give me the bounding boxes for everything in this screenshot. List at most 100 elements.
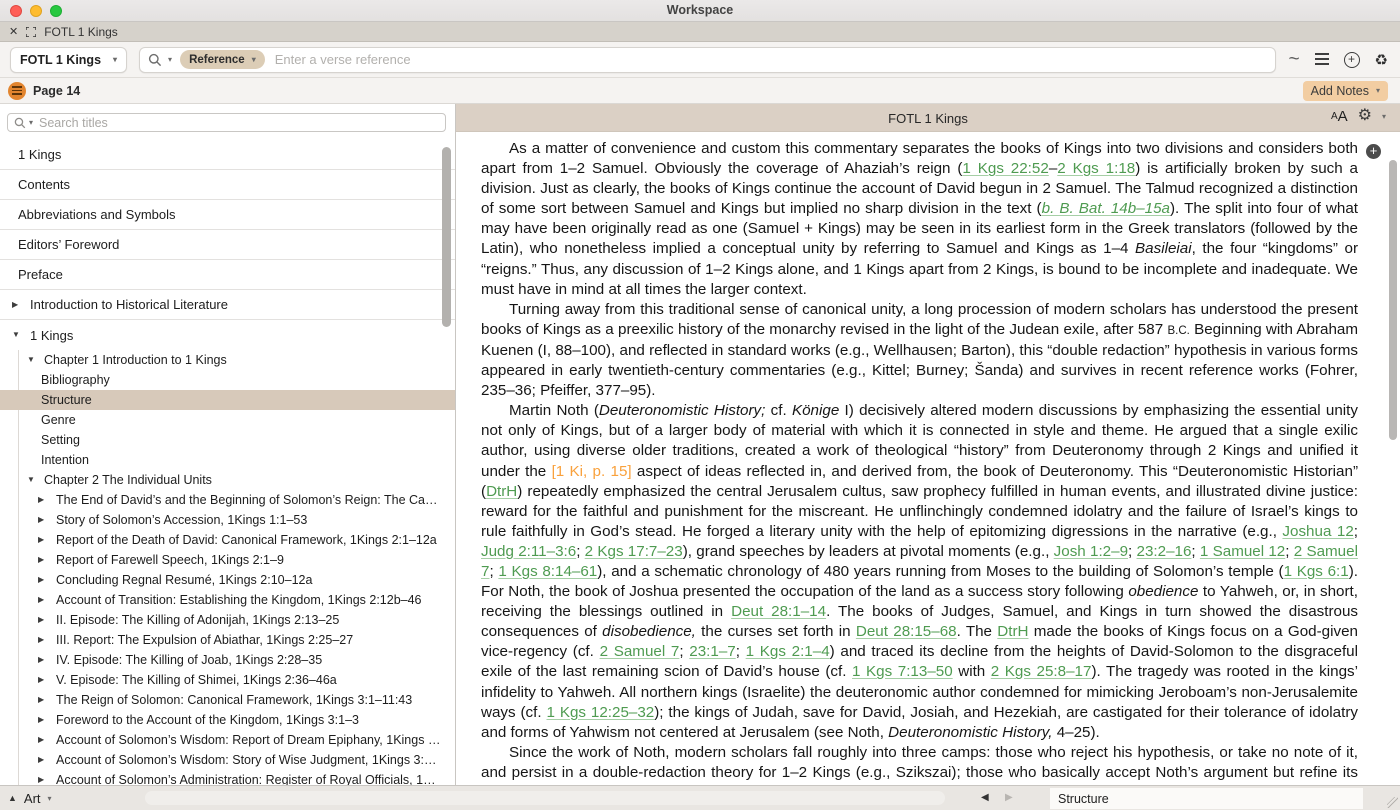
toc-item[interactable]: ▶Report of Farewell Speech, 1Kings 2:1–9 — [0, 550, 455, 570]
toc-item[interactable]: Intention — [0, 450, 455, 470]
gear-icon[interactable]: ⚙ — [1358, 108, 1372, 124]
outline-icon[interactable] — [1315, 53, 1329, 66]
reference-link[interactable]: 1 Kgs 6:1 — [1284, 563, 1349, 580]
toc-search-input[interactable]: ▾ Search titles — [7, 113, 446, 132]
expand-tree-icon[interactable]: ▶ — [38, 696, 48, 704]
collapse-tree-icon[interactable]: ▼ — [27, 476, 37, 484]
nav-forward-icon[interactable]: ▶ — [1005, 792, 1013, 803]
reference-link[interactable]: 1 Kgs 22:52 — [962, 160, 1048, 177]
add-notes-button[interactable]: Add Notes ▾ — [1303, 81, 1388, 101]
reference-link[interactable]: 1 Kgs 2:1–4 — [746, 643, 830, 660]
visual-filter-wave-icon[interactable]: ~ — [1288, 55, 1299, 65]
toc-item[interactable]: ▶The End of David’s and the Beginning of… — [0, 490, 455, 510]
reference-link[interactable]: 2 Kgs 17:7–23 — [585, 543, 683, 560]
search-options-chevron-icon[interactable]: ▾ — [168, 55, 172, 64]
search-type-pill[interactable]: Reference ▾ — [180, 50, 265, 69]
nav-back-icon[interactable]: ◀ — [981, 792, 989, 803]
add-note-fab[interactable]: + — [1366, 144, 1381, 159]
art-menu[interactable]: Art — [24, 791, 41, 806]
expand-tree-icon[interactable]: ▶ — [38, 716, 48, 724]
toc-item[interactable]: ▶Account of Transition: Establishing the… — [0, 590, 455, 610]
reference-link[interactable]: DtrH — [486, 483, 517, 500]
expand-tree-icon[interactable]: ▶ — [38, 516, 48, 524]
toc-item[interactable]: ▶III. Report: The Expulsion of Abiathar,… — [0, 630, 455, 650]
reference-link[interactable]: DtrH — [997, 623, 1028, 640]
reference-link[interactable]: 1 Samuel 12 — [1200, 543, 1285, 560]
reference-link[interactable]: 1 Kgs 7:13–50 — [852, 663, 953, 680]
toc-item[interactable]: ▶V. Episode: The Killing of Shimei, 1Kin… — [0, 670, 455, 690]
toc-item[interactable]: ▶The Reign of Solomon: Canonical Framewo… — [0, 690, 455, 710]
verse-search-field[interactable]: ▾ Reference ▾ Enter a verse reference — [139, 47, 1276, 73]
resource-selector-button[interactable]: FOTL 1 Kings ▾ — [10, 47, 127, 73]
expand-tree-icon[interactable]: ▶ — [38, 676, 48, 684]
toc-item[interactable]: ▶Report of the Death of David: Canonical… — [0, 530, 455, 550]
reference-link[interactable]: Josh 1:2–9 — [1054, 543, 1128, 560]
toc-item[interactable]: ▶II. Episode: The Killing of Adonijah, 1… — [0, 610, 455, 630]
restore-tab-icon[interactable] — [26, 27, 36, 37]
toc-item[interactable]: Editors’ Foreword — [0, 230, 455, 260]
toc-item[interactable]: ▶Account of Solomon’s Wisdom: Report of … — [0, 730, 455, 750]
chevron-down-icon[interactable]: ▾ — [1382, 112, 1386, 121]
expand-tree-icon[interactable]: ▶ — [12, 301, 22, 309]
reference-link[interactable]: 1 Kgs 8:14–61 — [498, 563, 597, 580]
collapse-panel-icon[interactable]: ▲ — [8, 793, 17, 803]
expand-tree-icon[interactable]: ▶ — [38, 536, 48, 544]
reference-link[interactable]: Deut 28:15–68 — [856, 623, 957, 640]
toc-item[interactable]: ▶Account of Solomon’s Administration: Re… — [0, 770, 455, 785]
sidebar-scrollbar-thumb[interactable] — [442, 147, 451, 327]
toc-item[interactable]: ▶Concluding Regnal Resumé, 1Kings 2:10–1… — [0, 570, 455, 590]
resource-stack-icon[interactable] — [8, 82, 26, 100]
toc-item[interactable]: Preface — [0, 260, 455, 290]
resource-selector-label: FOTL 1 Kings — [20, 53, 101, 67]
toc-item[interactable]: Structure — [0, 390, 455, 410]
toc-item-label: IV. Episode: The Killing of Joab, 1Kings… — [56, 653, 455, 667]
resize-grip[interactable] — [1387, 797, 1398, 808]
toc-item[interactable]: ▶Foreword to the Account of the Kingdom,… — [0, 710, 455, 730]
horizontal-scrollbar-track[interactable] — [145, 791, 945, 805]
collapse-tree-icon[interactable]: ▼ — [27, 356, 37, 364]
expand-tree-icon[interactable]: ▶ — [38, 616, 48, 624]
main-scrollbar-thumb[interactable] — [1389, 160, 1397, 440]
expand-tree-icon[interactable]: ▶ — [38, 756, 48, 764]
toc-item[interactable]: ▼Chapter 1 Introduction to 1 Kings — [0, 350, 455, 370]
text-size-icon[interactable]: AA — [1331, 109, 1348, 124]
collapse-tree-icon[interactable]: ▼ — [12, 331, 22, 339]
expand-tree-icon[interactable]: ▶ — [38, 556, 48, 564]
text-run: ; — [1128, 543, 1136, 560]
reference-link[interactable]: Joshua 12 — [1282, 523, 1353, 540]
expand-tree-icon[interactable]: ▶ — [38, 656, 48, 664]
toc-item[interactable]: Bibliography — [0, 370, 455, 390]
toc-item[interactable]: 1 Kings — [0, 140, 455, 170]
expand-tree-icon[interactable]: ▶ — [38, 776, 48, 784]
expand-tree-icon[interactable]: ▶ — [38, 496, 48, 504]
chevron-down-icon[interactable]: ▾ — [48, 794, 52, 803]
toc-item[interactable]: Contents — [0, 170, 455, 200]
toc-item[interactable]: ▼Chapter 2 The Individual Units — [0, 470, 455, 490]
reference-link[interactable]: b. B. Bat. 14b–15a — [1042, 200, 1170, 217]
toc-item[interactable]: ▶ IV. Episode: The Killing of Joab, 1King… — [0, 650, 455, 670]
expand-tree-icon[interactable]: ▶ — [38, 576, 48, 584]
toc-item[interactable]: ▶Introduction to Historical Literature — [0, 290, 455, 320]
toc-item[interactable]: ▶Story of Solomon’s Accession, 1Kings 1:… — [0, 510, 455, 530]
reference-link[interactable]: 2 Samuel 7 — [600, 643, 680, 660]
close-tab-icon[interactable]: ✕ — [9, 25, 18, 38]
circle-plus-icon[interactable]: + — [1344, 52, 1360, 68]
expand-tree-icon[interactable]: ▶ — [38, 636, 48, 644]
toc-item[interactable]: ▼1 Kings — [0, 320, 455, 350]
tab-title[interactable]: FOTL 1 Kings — [44, 25, 118, 39]
reference-link[interactable]: Judg 2:11–3:6 — [481, 543, 576, 560]
reference-link[interactable]: 23:1–7 — [689, 643, 735, 660]
reference-link[interactable]: 1 Kgs 12:25–32 — [546, 704, 654, 721]
reading-plan-icon[interactable]: ♻ — [1375, 51, 1388, 69]
reference-link[interactable]: 2 Kgs 1:18 — [1057, 160, 1135, 177]
current-section-box[interactable]: Structure — [1050, 788, 1363, 809]
expand-tree-icon[interactable]: ▶ — [38, 736, 48, 744]
reference-link[interactable]: 23:2–16 — [1137, 543, 1192, 560]
reference-link[interactable]: Deut 28:1–14 — [731, 603, 826, 620]
reference-link[interactable]: 2 Kgs 25:8–17 — [991, 663, 1092, 680]
toc-item[interactable]: ▶Account of Solomon’s Wisdom: Story of W… — [0, 750, 455, 770]
expand-tree-icon[interactable]: ▶ — [38, 596, 48, 604]
toc-item[interactable]: Abbreviations and Symbols — [0, 200, 455, 230]
toc-item[interactable]: Setting — [0, 430, 455, 450]
toc-item[interactable]: Genre — [0, 410, 455, 430]
